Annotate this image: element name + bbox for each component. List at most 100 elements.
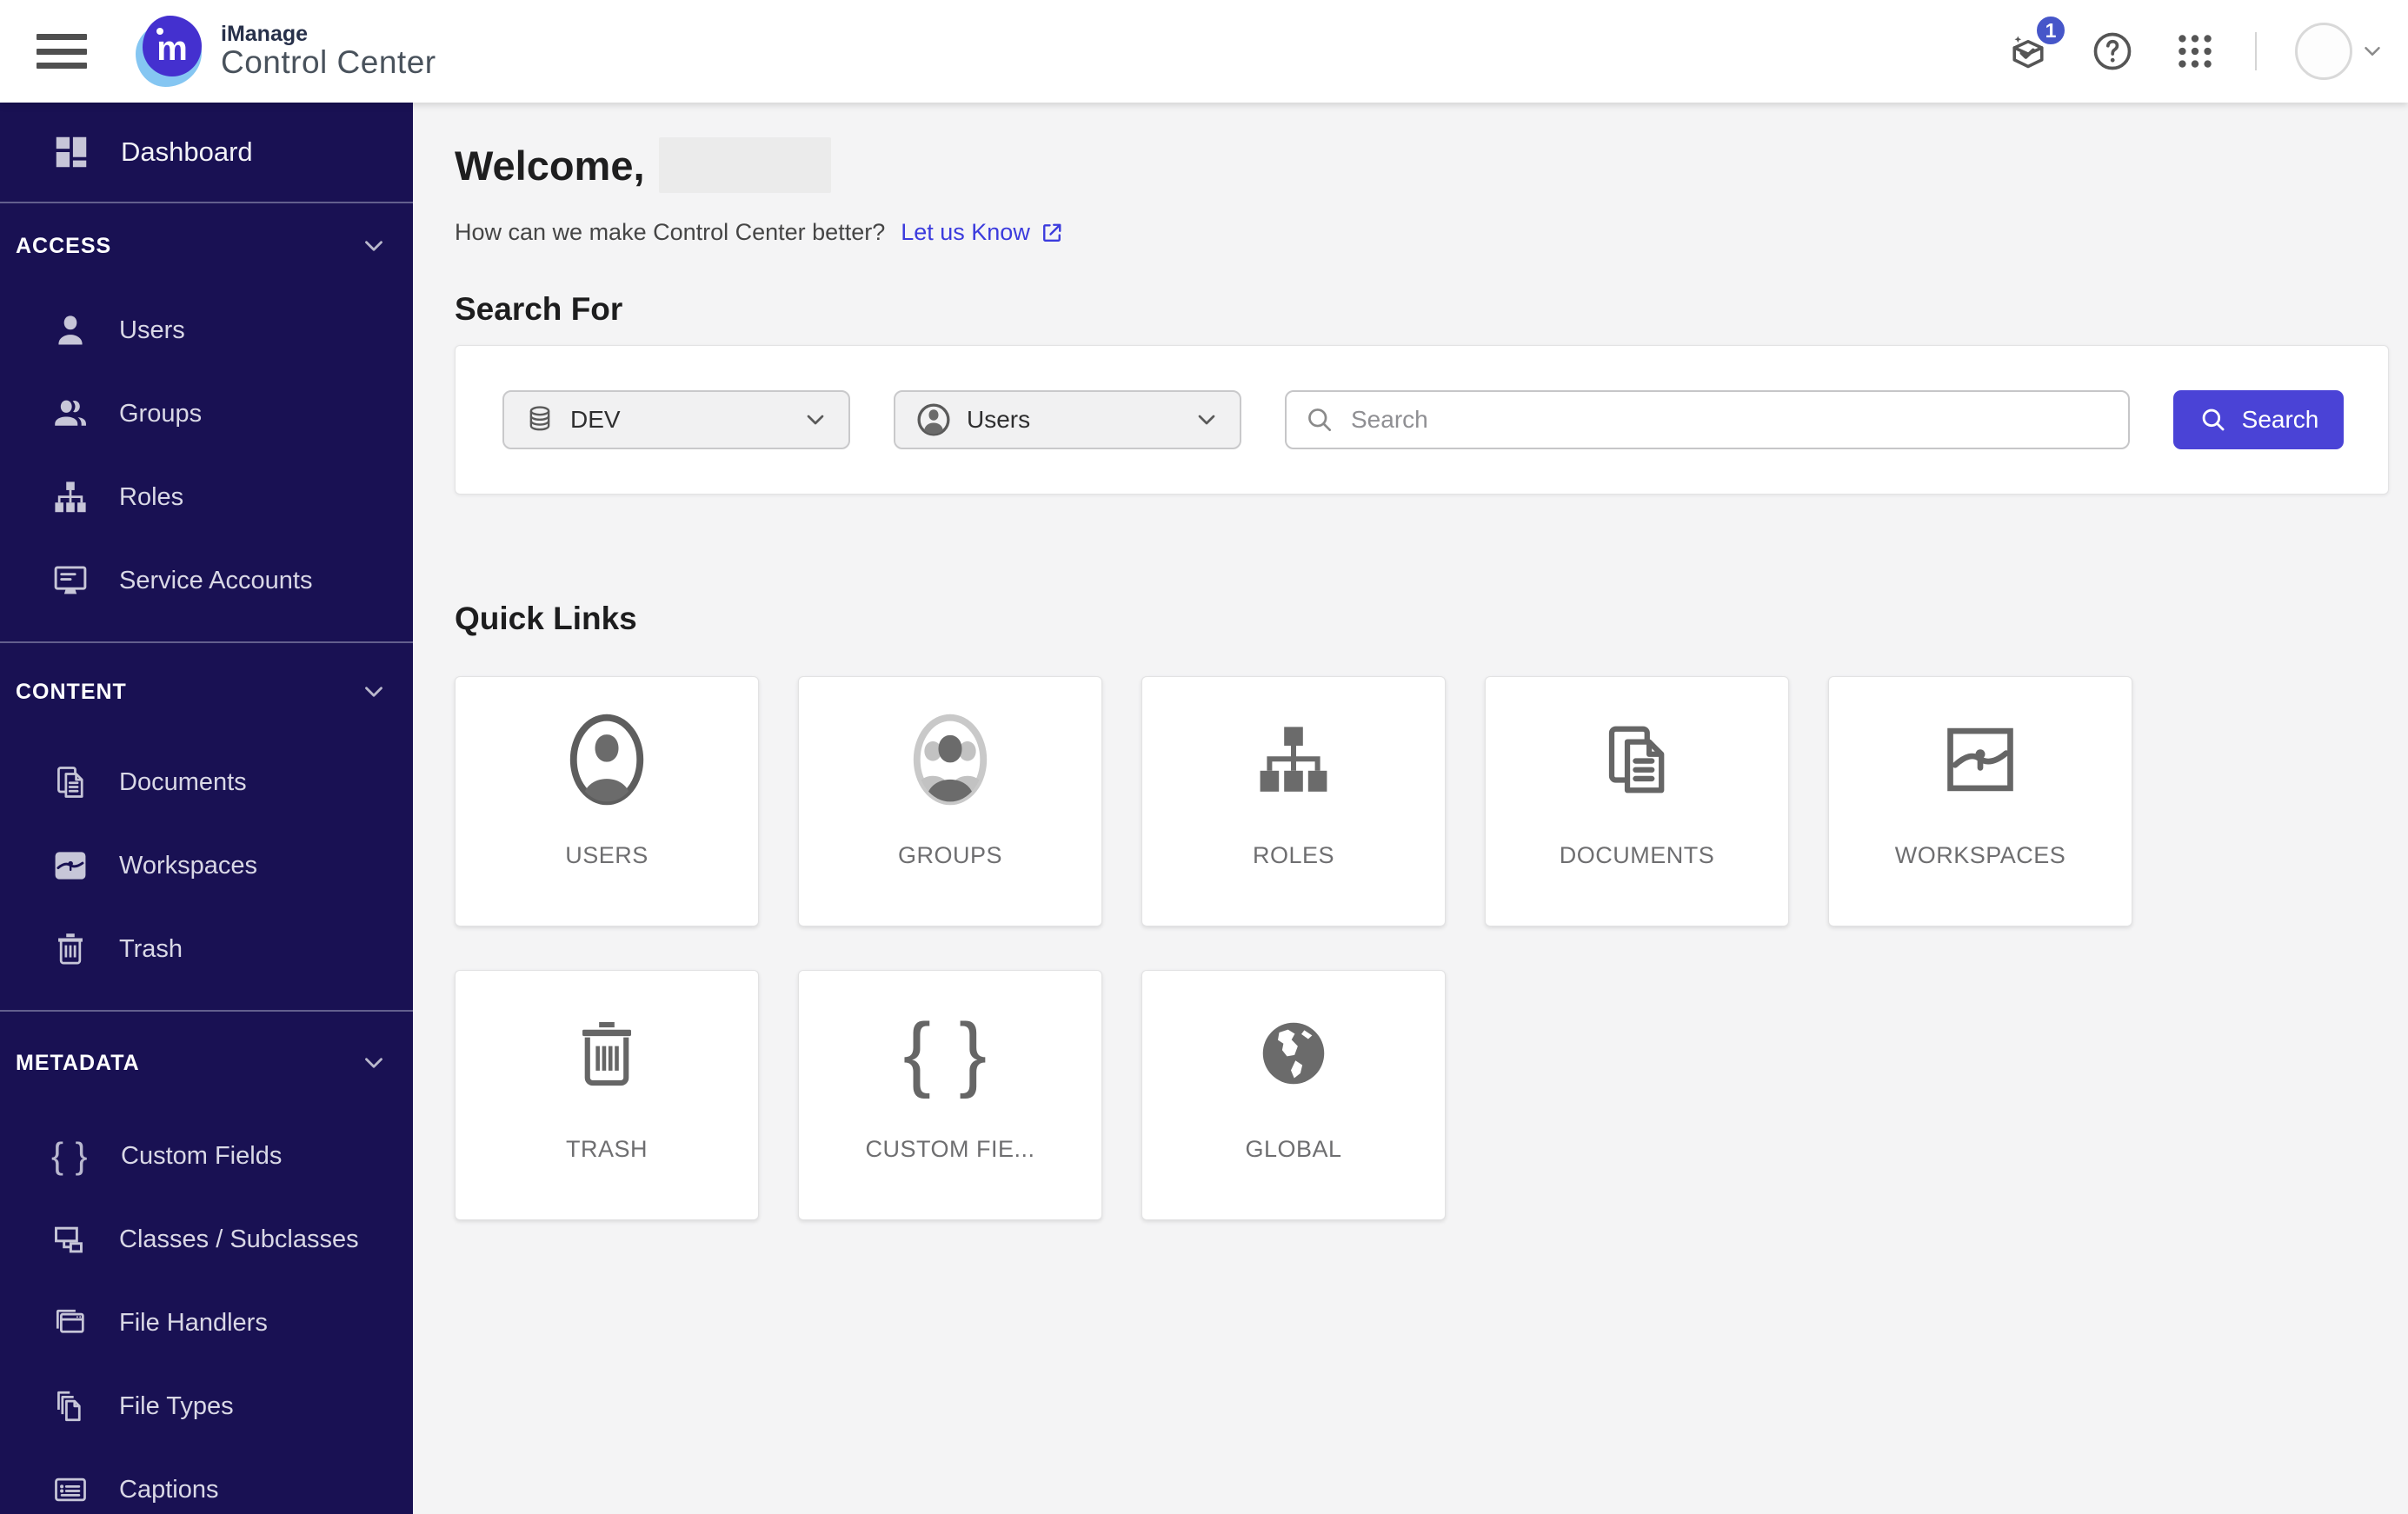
file-stack-icon: [57, 1391, 81, 1422]
sidebar-item-workspaces[interactable]: Workspaces: [0, 824, 413, 907]
link-label: Let us Know: [901, 219, 1030, 245]
globe-icon: [1262, 1022, 1325, 1085]
documents-icon: [1608, 726, 1665, 794]
whats-new-icon[interactable]: 1: [2005, 14, 2067, 75]
workspaces-icon: [1947, 727, 2013, 792]
imanage-logo-icon: m: [136, 16, 205, 87]
quick-link-users[interactable]: USERS: [455, 676, 759, 926]
sidebar-item-roles[interactable]: Roles: [0, 455, 413, 539]
sidebar-item-label: Users: [119, 315, 185, 344]
quick-link-custom-fields[interactable]: { } CUSTOM FIE...: [798, 970, 1102, 1220]
top-header: m iManage Control Center 1: [0, 0, 2408, 103]
redacted-username: [658, 137, 831, 193]
sidebar-item-custom-fields[interactable]: { } Custom Fields: [0, 1114, 413, 1198]
sidebar-item-label: Dashboard: [121, 136, 253, 167]
curly-braces-icon: { }: [51, 1135, 92, 1176]
menu-icon[interactable]: [37, 34, 87, 69]
quick-link-groups[interactable]: GROUPS: [798, 676, 1102, 926]
section-label: ACCESS: [16, 233, 112, 258]
dashboard-icon: [56, 136, 87, 168]
header-divider: [2255, 32, 2257, 70]
quick-link-label: DOCUMENTS: [1559, 842, 1715, 868]
type-select-value: Users: [967, 406, 1031, 433]
sidebar-item-captions[interactable]: Captions: [0, 1448, 413, 1514]
chevron-down-icon: [365, 1058, 382, 1068]
quick-link-label: ROLES: [1252, 842, 1335, 868]
brand-name: iManage: [221, 22, 309, 47]
users-oval-icon: [913, 714, 988, 806]
let-us-know-link[interactable]: Let us Know: [901, 219, 1065, 246]
quick-link-trash[interactable]: TRASH: [455, 970, 759, 1220]
search-button-label: Search: [2241, 406, 2319, 433]
brand-product: Control Center: [221, 43, 436, 80]
sidebar-item-label: Roles: [119, 482, 184, 511]
imanage-logo: m iManage Control Center: [136, 16, 436, 87]
quick-link-workspaces[interactable]: WORKSPACES: [1828, 676, 2132, 926]
section-label: METADATA: [16, 1050, 140, 1075]
chevron-down-icon: [807, 415, 824, 425]
classes-icon: [55, 1226, 83, 1253]
type-select[interactable]: Users: [894, 390, 1241, 449]
external-link-icon: [1042, 223, 1061, 242]
sidebar-section-metadata: METADATA { } Custom Fields Classes / Sub…: [0, 1012, 413, 1514]
sidebar-item-service-accounts[interactable]: Service Accounts: [0, 539, 413, 622]
quick-links-grid: USERS GROUPS ROLES DOCUMENTS WORKSPACES …: [455, 676, 2389, 1220]
sidebar-item-file-types[interactable]: File Types: [0, 1365, 413, 1448]
search-icon: [2202, 408, 2225, 431]
quick-link-roles[interactable]: ROLES: [1141, 676, 1446, 926]
window-icon: [56, 1309, 84, 1333]
quick-link-global[interactable]: GLOBAL: [1141, 970, 1446, 1220]
quick-link-label: GROUPS: [897, 842, 1003, 868]
sidebar-item-groups[interactable]: Groups: [0, 372, 413, 455]
header-right: 1: [2005, 14, 2408, 80]
search-section-title: Search For: [455, 291, 623, 327]
notification-badge: 1: [2034, 14, 2067, 47]
sidebar-item-label: Workspaces: [119, 851, 258, 880]
sidebar-item-file-handlers[interactable]: File Handlers: [0, 1281, 413, 1365]
sidebar-item-label: Custom Fields: [121, 1141, 283, 1170]
sidebar-section-metadata-header[interactable]: METADATA: [0, 1012, 413, 1114]
quick-links-title: Quick Links: [455, 601, 637, 636]
monitor-icon: [54, 566, 87, 594]
quick-link-documents[interactable]: DOCUMENTS: [1485, 676, 1789, 926]
chevron-down-icon: [1198, 415, 1215, 425]
sidebar-item-label: Service Accounts: [119, 566, 313, 594]
feedback-question: How can we make Control Center better?: [455, 219, 886, 245]
search-button[interactable]: Search: [2173, 390, 2344, 449]
search-input[interactable]: [1349, 405, 2111, 435]
sidebar-item-label: Documents: [119, 767, 247, 796]
help-icon[interactable]: [2090, 29, 2135, 74]
sidebar-item-documents[interactable]: Documents: [0, 740, 413, 824]
trash-icon: [58, 933, 83, 965]
sidebar-item-label: Trash: [119, 934, 183, 963]
welcome-heading: Welcome,: [455, 142, 645, 189]
quick-link-label: TRASH: [565, 1136, 648, 1162]
user-menu[interactable]: [2295, 23, 2385, 80]
captions-icon: [55, 1477, 86, 1502]
trash-icon: [582, 1021, 631, 1086]
sidebar-section-content: CONTENT Documents Workspaces Trash: [0, 643, 413, 1010]
sidebar-section-content-header[interactable]: CONTENT: [0, 643, 413, 740]
search-icon: [1308, 408, 1332, 432]
quick-link-label: USERS: [565, 842, 649, 868]
sidebar-item-trash[interactable]: Trash: [0, 907, 413, 991]
quick-link-label: WORKSPACES: [1894, 842, 2066, 868]
section-label: CONTENT: [16, 679, 127, 704]
apps-grid-icon[interactable]: [2173, 30, 2217, 73]
chevron-down-icon: [365, 241, 382, 251]
sidebar-item-dashboard[interactable]: Dashboard: [0, 103, 413, 202]
chevron-down-icon: [365, 687, 382, 697]
sidebar-item-users[interactable]: Users: [0, 289, 413, 372]
documents-icon: [57, 767, 83, 798]
sidebar-item-label: Captions: [119, 1475, 219, 1504]
sidebar-section-access-header[interactable]: ACCESS: [0, 203, 413, 289]
server-select[interactable]: DEV: [502, 390, 850, 449]
sidebar-item-label: File Types: [119, 1391, 234, 1420]
quick-link-label: CUSTOM FIE...: [865, 1136, 1035, 1162]
user-circle-icon: [917, 403, 950, 436]
chevron-down-icon: [2365, 47, 2380, 56]
sidebar-item-classes-subclasses[interactable]: Classes / Subclasses: [0, 1198, 413, 1281]
user-icon: [58, 315, 83, 345]
sidebar-item-label: File Handlers: [119, 1308, 268, 1337]
avatar[interactable]: [2295, 23, 2352, 80]
